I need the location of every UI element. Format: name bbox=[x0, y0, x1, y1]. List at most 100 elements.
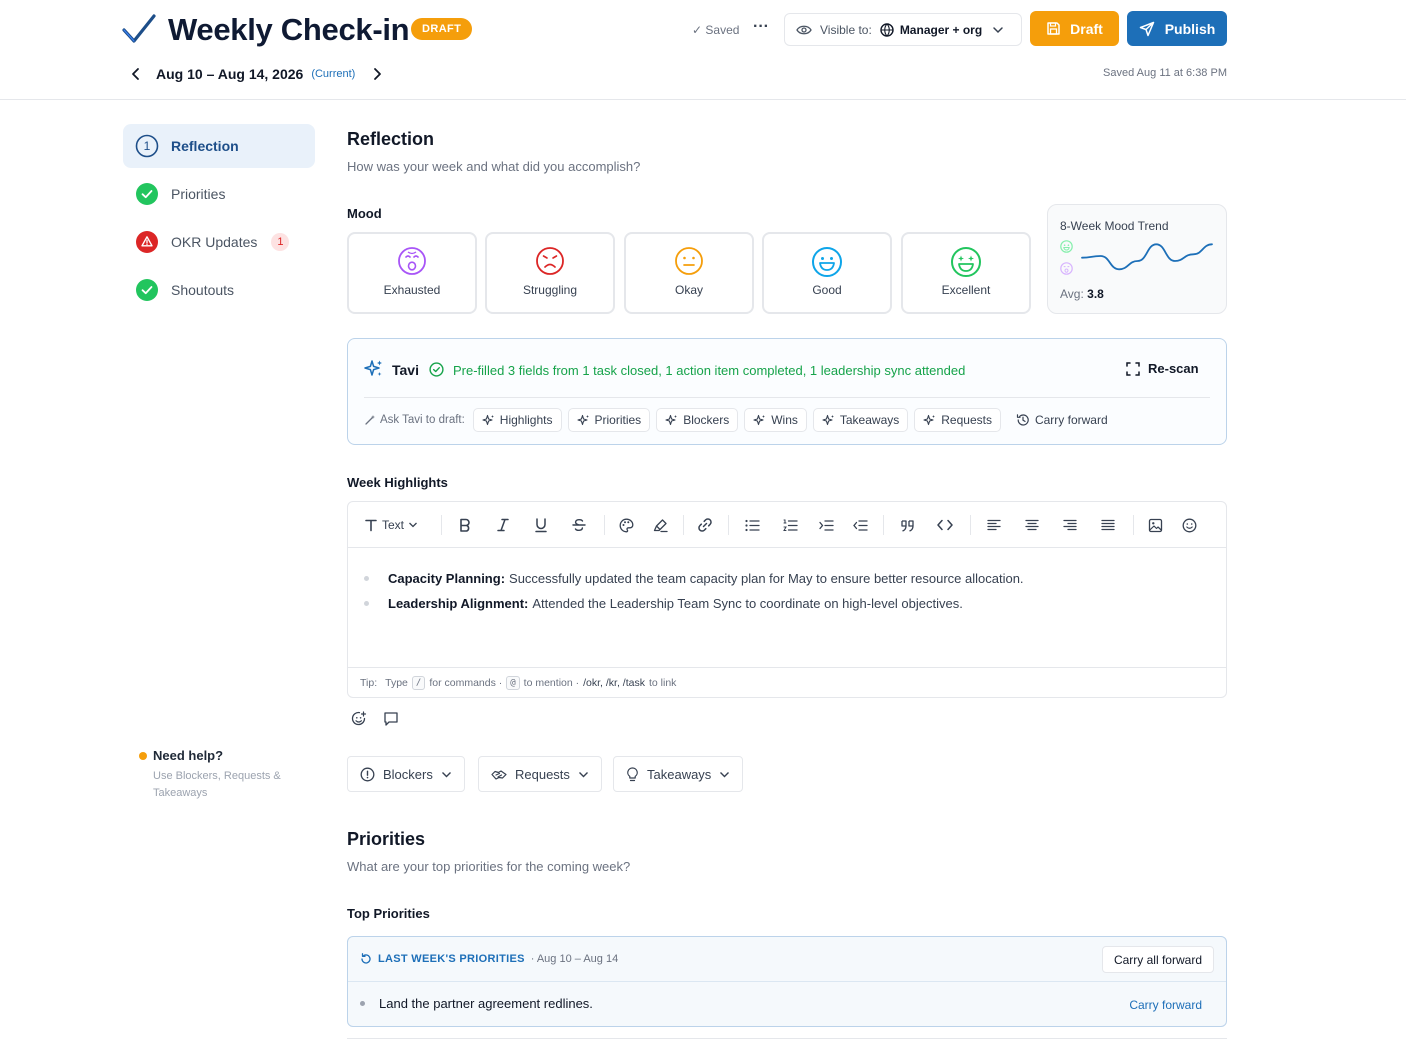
tavi-divider bbox=[364, 397, 1210, 398]
mood-option-okay[interactable]: Okay bbox=[624, 232, 754, 314]
alert-circle-icon bbox=[360, 767, 375, 782]
more-options-button[interactable]: ··· bbox=[752, 18, 770, 38]
bullet-dot bbox=[360, 1001, 365, 1006]
tavi-draft-chips: Ask Tavi to draft: Highlights Priorities… bbox=[364, 408, 1117, 432]
mood-trend-line bbox=[1081, 243, 1213, 271]
mood-label: Mood bbox=[347, 206, 382, 221]
publish-button-label: Publish bbox=[1164, 20, 1216, 37]
tavi-name: Tavi bbox=[392, 362, 419, 378]
visibility-value: Manager + org bbox=[899, 22, 983, 37]
code-icon[interactable] bbox=[935, 515, 955, 535]
sparkles-icon bbox=[665, 414, 678, 427]
section-subtitle-priorities: What are your top priorities for the com… bbox=[347, 859, 631, 874]
ask-tavi-label: Ask Tavi to draft: bbox=[364, 414, 465, 426]
mood-label-text: Exhausted bbox=[383, 283, 441, 297]
strikethrough-icon[interactable] bbox=[569, 515, 589, 535]
mood-option-struggling[interactable]: Struggling bbox=[485, 232, 615, 314]
draft-chip-blockers[interactable]: Blockers bbox=[656, 408, 739, 432]
draft-chip-takeaways[interactable]: Takeaways bbox=[812, 408, 909, 432]
chevron-down-icon bbox=[719, 771, 730, 778]
emoji-icon[interactable] bbox=[1179, 515, 1199, 535]
save-draft-button[interactable]: Draft bbox=[1030, 11, 1119, 46]
mood-option-excellent[interactable]: Excellent bbox=[901, 232, 1031, 314]
list-item: Capacity Planning: Successfully updated t… bbox=[364, 566, 1024, 591]
editor-content[interactable]: Capacity Planning: Successfully updated t… bbox=[364, 566, 1024, 616]
week-range: Aug 10 – Aug 14, 2026 bbox=[156, 66, 304, 82]
underline-icon[interactable] bbox=[531, 515, 551, 535]
italic-icon[interactable] bbox=[493, 515, 513, 535]
align-justify-icon[interactable] bbox=[1098, 515, 1118, 535]
indent-icon[interactable] bbox=[816, 515, 836, 535]
header-divider bbox=[0, 99, 1406, 100]
list-item: Land the partner agreement redlines. bbox=[360, 996, 593, 1011]
align-right-icon[interactable] bbox=[1060, 515, 1080, 535]
palette-icon[interactable] bbox=[616, 515, 636, 535]
sidebar-item-label: Priorities bbox=[171, 186, 226, 202]
mood-label-text: Excellent bbox=[941, 283, 991, 297]
carry-all-forward-button[interactable]: Carry all forward bbox=[1101, 946, 1214, 973]
bullet-dot bbox=[364, 601, 369, 606]
outdent-icon[interactable] bbox=[850, 515, 870, 535]
mood-option-good[interactable]: Good bbox=[762, 232, 892, 314]
week-highlights-editor: Text Capacity Planning: Successfully upda… bbox=[347, 501, 1227, 698]
mood-trend-average: Avg: 3.8 bbox=[1060, 287, 1104, 301]
tavi-message: Pre-filled 3 fields from 1 task closed, … bbox=[453, 363, 966, 378]
numbered-list-icon[interactable] bbox=[780, 515, 800, 535]
comment-icon[interactable] bbox=[383, 711, 399, 727]
blockers-accordion[interactable]: Blockers bbox=[347, 756, 465, 792]
quote-icon[interactable] bbox=[897, 515, 917, 535]
chevron-left-icon[interactable] bbox=[130, 67, 142, 81]
bullet-dot bbox=[364, 576, 369, 581]
chevron-down-icon bbox=[992, 26, 1004, 34]
bold-icon[interactable] bbox=[455, 515, 475, 535]
sidebar-item-okr-updates[interactable]: OKR Updates 1 bbox=[123, 220, 315, 264]
visibility-select[interactable]: Visible to: Manager + org bbox=[784, 13, 1022, 46]
sidebar-item-shoutouts[interactable]: Shoutouts bbox=[123, 268, 315, 312]
help-title[interactable]: Need help? bbox=[153, 748, 223, 763]
bullet-list-icon[interactable] bbox=[742, 515, 762, 535]
draft-chip-wins[interactable]: Wins bbox=[744, 408, 807, 432]
sidebar-item-label: Shoutouts bbox=[171, 282, 235, 298]
publish-button[interactable]: Publish bbox=[1127, 11, 1227, 46]
text-style-dropdown[interactable]: Text bbox=[364, 515, 418, 535]
sidebar-item-label: OKR Updates bbox=[171, 234, 258, 250]
sidebar-item-priorities[interactable]: Priorities bbox=[123, 172, 315, 216]
sparkles-icon bbox=[923, 414, 936, 427]
mood-label-text: Good bbox=[812, 283, 842, 297]
draft-button-label: Draft bbox=[1070, 20, 1103, 37]
neutral-face-icon bbox=[674, 246, 704, 276]
section-title-priorities: Priorities bbox=[347, 829, 426, 849]
highlighter-icon[interactable] bbox=[650, 515, 670, 535]
align-center-icon[interactable] bbox=[1022, 515, 1042, 535]
draft-chip-highlights[interactable]: Highlights bbox=[472, 408, 562, 432]
add-reaction-icon[interactable] bbox=[351, 711, 367, 727]
last-week-priorities-header: LAST WEEK'S PRIORITIES · Aug 10 – Aug 14… bbox=[348, 937, 1226, 982]
visibility-label: Visible to: bbox=[820, 22, 872, 37]
draft-chip-priorities[interactable]: Priorities bbox=[567, 408, 651, 432]
history-icon bbox=[1016, 413, 1030, 427]
takeaways-accordion[interactable]: Takeaways bbox=[613, 756, 744, 792]
image-icon[interactable] bbox=[1145, 515, 1165, 535]
sidebar-item-reflection[interactable]: 1 Reflection bbox=[123, 124, 315, 168]
mood-trend-average-value: 3.8 bbox=[1087, 287, 1104, 301]
requests-accordion[interactable]: Requests bbox=[478, 756, 602, 792]
sparkles-icon bbox=[576, 414, 590, 427]
carry-forward-link[interactable]: Carry forward bbox=[1129, 998, 1202, 1012]
mood-trend-card: 8-Week Mood Trend Avg: 3.8 bbox=[1047, 204, 1227, 314]
warning-icon bbox=[135, 230, 159, 254]
handshake-icon bbox=[491, 768, 507, 781]
page-title: Weekly Check-in bbox=[168, 12, 410, 47]
saved-indicator: ✓ Saved bbox=[692, 23, 740, 37]
help-panel: Need help? Use Blockers, Requests & Take… bbox=[139, 748, 309, 802]
chevron-right-icon[interactable] bbox=[371, 67, 383, 81]
align-left-icon[interactable] bbox=[984, 515, 1004, 535]
editor-tip: Tip: Type / for commands · @ to mention … bbox=[348, 667, 1226, 697]
link-icon[interactable] bbox=[695, 515, 715, 535]
toolbar-divider bbox=[970, 515, 971, 535]
rescan-button[interactable]: Re-scan bbox=[1126, 361, 1199, 376]
carry-forward-button[interactable]: Carry forward bbox=[1007, 408, 1117, 432]
mood-option-exhausted[interactable]: Exhausted bbox=[347, 232, 477, 314]
smile-face-icon bbox=[811, 246, 843, 278]
draft-chip-requests[interactable]: Requests bbox=[914, 408, 1001, 432]
sparkles-icon bbox=[482, 414, 495, 427]
